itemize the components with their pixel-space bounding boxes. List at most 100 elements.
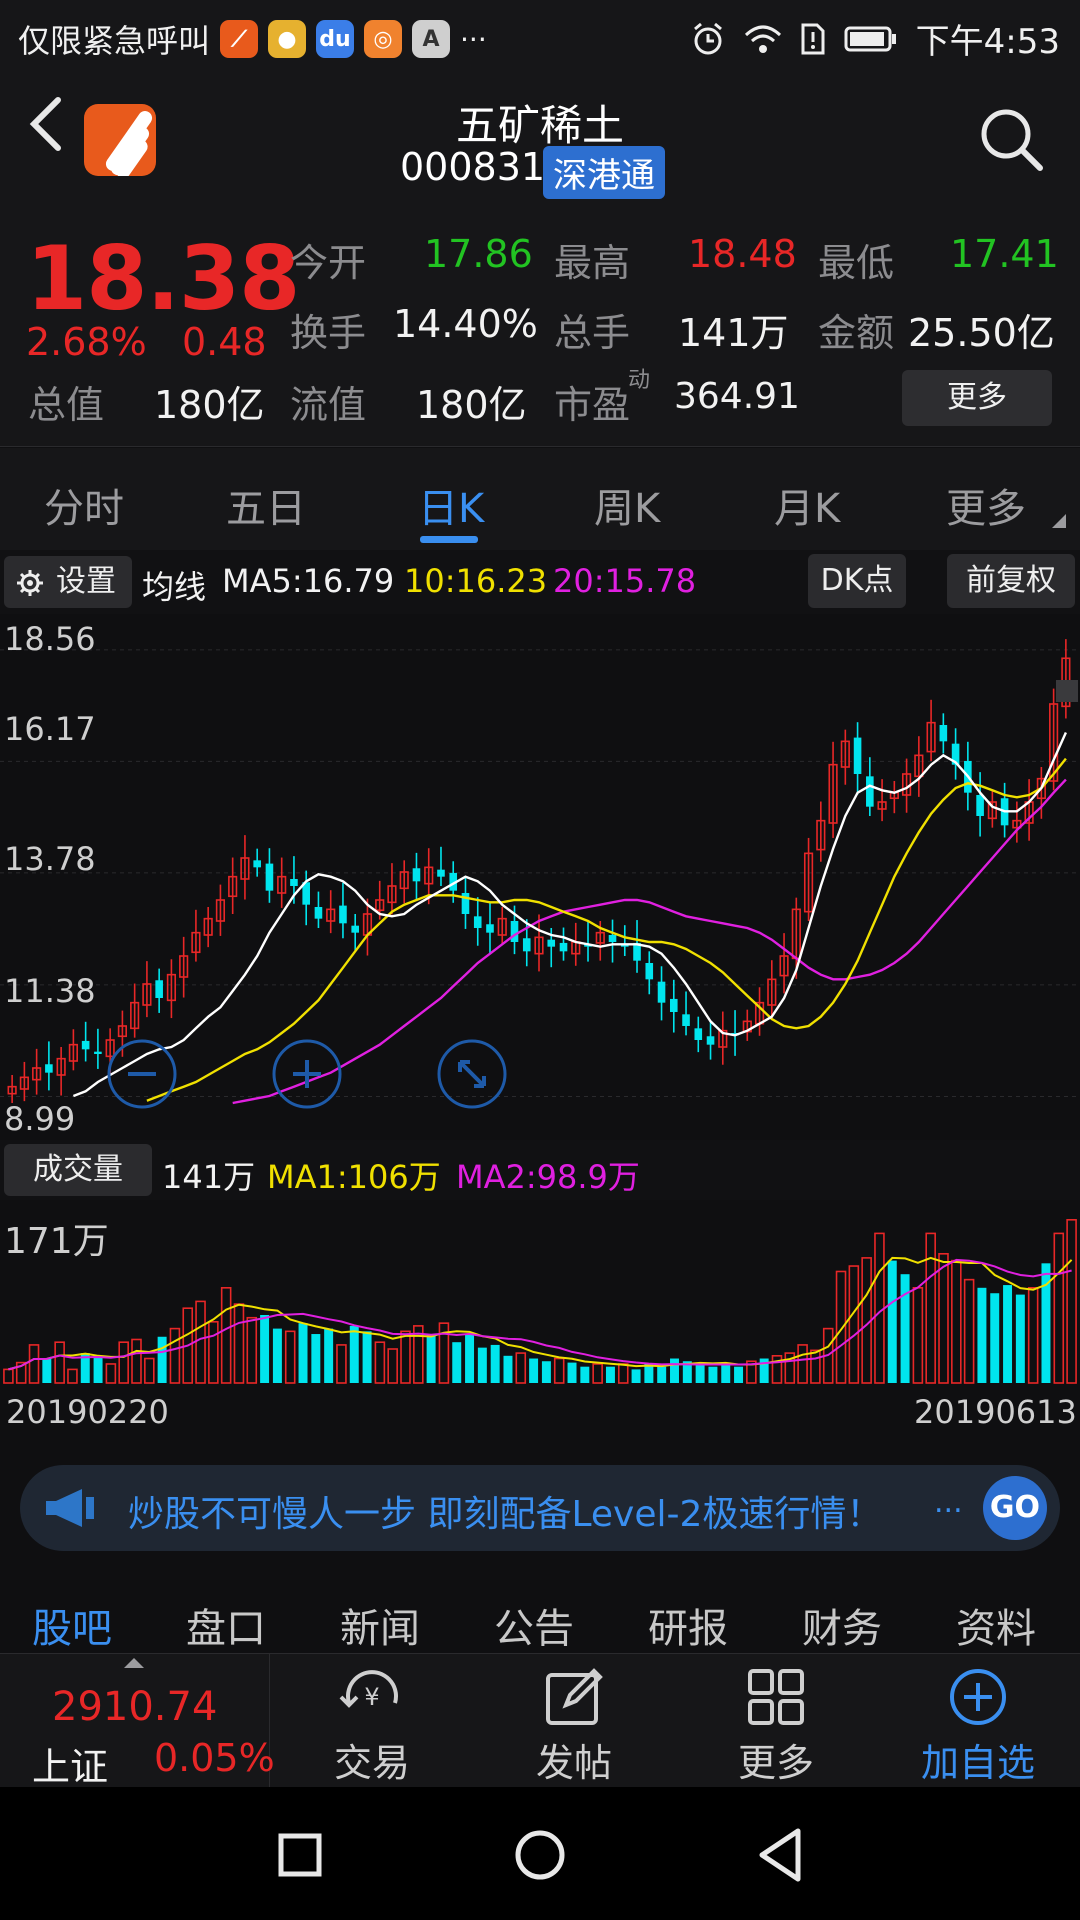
- candle-down: [522, 938, 531, 952]
- chart-scroll-handle: [1056, 680, 1078, 702]
- home-icon[interactable]: [514, 1829, 566, 1881]
- tab-announcements[interactable]: 公告: [494, 1596, 574, 1654]
- volume-bar-up: [28, 1344, 40, 1384]
- candle-down: [473, 916, 482, 928]
- volume-bar-up: [144, 1357, 155, 1384]
- add-watchlist-label: 加自选: [920, 1741, 1035, 1785]
- candle-down: [694, 1028, 703, 1040]
- volume-bar-down: [93, 1355, 103, 1383]
- index-name: 上证: [32, 1745, 109, 1789]
- tab-weekly-k[interactable]: 周K: [594, 476, 660, 534]
- a-icon: A: [412, 20, 451, 58]
- volume-bar-down: [734, 1366, 744, 1383]
- corner-triangle-icon: [1052, 514, 1066, 528]
- search-icon[interactable]: [978, 106, 1046, 174]
- turnover-value: 14.40%: [393, 302, 538, 346]
- quote-panel: 18.38 2.68% 0.48 总值 180亿 今开 17.86 最高 18.…: [0, 202, 1080, 447]
- dk-point-button[interactable]: DK点: [808, 554, 906, 608]
- bottom-toolbar: 2910.74 上证 0.05% ¥ 交易 发帖 更多 加自选: [0, 1653, 1080, 1789]
- tab-financials[interactable]: 财务: [802, 1596, 882, 1654]
- volume-bar-up: [54, 1341, 65, 1384]
- tab-research[interactable]: 研报: [648, 1596, 728, 1654]
- trade-button[interactable]: ¥ 交易: [292, 1662, 452, 1787]
- date-axis: 20190220 20190613: [0, 1385, 1080, 1440]
- volume-bar-down: [465, 1334, 475, 1383]
- volume-bar-up: [592, 1363, 603, 1384]
- volume-bar-down: [990, 1293, 1000, 1383]
- plus-circle-icon: [950, 1669, 1006, 1725]
- volume-svg: [3, 1218, 1077, 1384]
- squirrel-icon: ◎: [364, 20, 403, 58]
- content-tabs: 股吧 盘口 新闻 公告 研报 财务 资料: [0, 1572, 1080, 1652]
- candle-down: [265, 863, 274, 891]
- go-button[interactable]: GO: [983, 1476, 1047, 1540]
- settings-button[interactable]: 设置: [4, 556, 132, 608]
- trade-label: 交易: [333, 1741, 410, 1785]
- zoom-in-icon[interactable]: [271, 1038, 343, 1110]
- high-value: 18.48: [688, 232, 797, 276]
- banner-ellipsis: ...: [934, 1485, 963, 1520]
- volume-bar-down: [644, 1363, 654, 1383]
- volume-bar-up: [374, 1341, 386, 1384]
- volume-bar-up: [387, 1348, 398, 1384]
- y-tick-0: 18.56: [4, 620, 96, 658]
- volume-bar-up: [963, 1278, 975, 1384]
- volume-bar-up: [848, 1265, 860, 1384]
- level2-promo-banner[interactable]: 炒股不可慢人一步 即刻配备Level-2极速行情！ ... GO: [20, 1465, 1060, 1551]
- volume-bar-up: [1027, 1287, 1039, 1384]
- post-label: 发帖: [535, 1741, 612, 1785]
- candle-down: [976, 795, 984, 816]
- tab-daily-k[interactable]: 日K: [418, 476, 484, 534]
- tab-orderbook[interactable]: 盘口: [186, 1596, 266, 1654]
- kline-chart[interactable]: 18.56 16.17 13.78 11.38 8.99: [0, 614, 1080, 1139]
- recent-apps-icon[interactable]: [278, 1833, 322, 1877]
- candle-down: [939, 725, 948, 742]
- candle-down: [645, 963, 654, 980]
- grid-icon: [748, 1669, 804, 1725]
- volume-bar-up: [336, 1344, 347, 1384]
- candle-down: [608, 935, 617, 942]
- turnover-label: 换手: [290, 311, 367, 355]
- tab-forum[interactable]: 股吧: [32, 1596, 112, 1654]
- back-icon[interactable]: [756, 1827, 804, 1883]
- period-tabs: 分时 五日 日K 周K 月K 更多: [0, 448, 1080, 550]
- tab-five-day[interactable]: 五日: [226, 476, 306, 534]
- tab-monthly-k[interactable]: 月K: [774, 476, 840, 534]
- volume-bar-down: [977, 1287, 987, 1383]
- volume-bar-up: [810, 1349, 821, 1384]
- stock-code: 000831: [400, 145, 546, 189]
- candle-down: [510, 921, 519, 942]
- pe-label: 市盈: [554, 383, 631, 427]
- tab-more[interactable]: 更多: [946, 476, 1026, 534]
- tab-profile[interactable]: 资料: [956, 1596, 1036, 1654]
- volume-value: 141万: [678, 311, 789, 355]
- candle-down: [290, 879, 298, 886]
- candle-down: [559, 942, 568, 952]
- zoom-out-icon[interactable]: [106, 1038, 178, 1110]
- float-cap-label: 流值: [290, 383, 367, 427]
- fullscreen-icon[interactable]: [436, 1038, 508, 1110]
- post-button[interactable]: 发帖: [494, 1662, 654, 1787]
- volume-bar-up: [3, 1368, 14, 1384]
- quote-more-button[interactable]: 更多: [902, 370, 1052, 426]
- status-emergency-text: 仅限紧急呼叫: [18, 22, 211, 60]
- volume-bar-down: [503, 1355, 513, 1383]
- volume-bar-down: [157, 1336, 167, 1383]
- status-bar: 仅限紧急呼叫 ⟋ ● du ◎ A ··· 下午4:53: [0, 0, 1080, 72]
- more-button[interactable]: 更多: [696, 1662, 856, 1787]
- add-watchlist-button[interactable]: 加自选: [898, 1662, 1058, 1787]
- tab-intraday[interactable]: 分时: [44, 476, 124, 534]
- volume-indicator-button[interactable]: 成交量: [4, 1144, 152, 1196]
- edit-icon: [546, 1668, 603, 1725]
- forward-adjust-button[interactable]: 前复权: [947, 554, 1075, 608]
- status-time: 下午4:53: [915, 22, 1060, 62]
- volume-bar-down: [452, 1342, 462, 1383]
- volume-bar-up: [951, 1259, 962, 1384]
- tab-news[interactable]: 新闻: [340, 1596, 420, 1654]
- volume-bar-up: [925, 1232, 936, 1384]
- date-end: 20190613: [914, 1393, 1077, 1431]
- index-widget[interactable]: 2910.74 上证 0.05%: [0, 1654, 275, 1789]
- coin-icon: ●: [268, 20, 307, 58]
- volume-bar-up: [515, 1352, 527, 1384]
- active-tab-indicator: [420, 536, 478, 543]
